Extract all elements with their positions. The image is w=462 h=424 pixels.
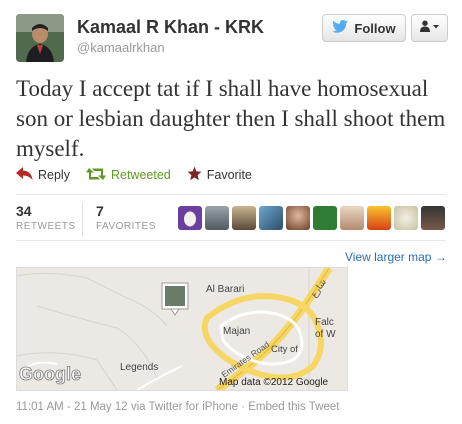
retweeted-label: Retweeted bbox=[110, 168, 171, 182]
map-label-of-w: of W bbox=[315, 329, 336, 340]
stat-divider bbox=[82, 202, 83, 236]
retweeter-avatar[interactable] bbox=[286, 206, 310, 230]
retweets-count: 34 bbox=[16, 203, 32, 219]
reply-action[interactable]: Reply bbox=[16, 166, 70, 184]
view-larger-map-link[interactable]: View larger map → bbox=[345, 250, 447, 264]
retweeter-avatar[interactable] bbox=[367, 206, 391, 230]
retweeted-action[interactable]: Retweeted bbox=[85, 166, 171, 184]
favorite-label: Favorite bbox=[206, 168, 252, 182]
google-logo: Google bbox=[19, 364, 81, 384]
user-actions-button[interactable] bbox=[411, 14, 448, 42]
map-label-falc: Falc bbox=[315, 317, 334, 328]
retweeter-avatar[interactable] bbox=[340, 206, 364, 230]
retweets-stat[interactable]: 34 RETWEETS bbox=[16, 203, 76, 232]
retweeter-avatar[interactable] bbox=[178, 206, 202, 230]
favorites-count: 7 bbox=[96, 203, 104, 219]
reply-icon bbox=[16, 167, 33, 183]
retweeter-avatar[interactable] bbox=[394, 206, 418, 230]
retweets-label: RETWEETS bbox=[16, 221, 76, 232]
user-menu-icon bbox=[419, 19, 440, 37]
favorites-label: FAVORITES bbox=[96, 221, 156, 232]
handle[interactable]: @kamaalrkhan bbox=[77, 40, 165, 55]
retweeter-avatar[interactable] bbox=[232, 206, 256, 230]
favorite-action[interactable]: Favorite bbox=[187, 166, 252, 184]
retweeter-avatars bbox=[178, 206, 445, 230]
tweet-text: Today I accept tat if I shall have homos… bbox=[16, 76, 446, 161]
retweeter-avatar[interactable] bbox=[205, 206, 229, 230]
retweet-icon bbox=[85, 167, 106, 184]
follow-label: Follow bbox=[354, 20, 396, 36]
display-name[interactable]: Kamaal R Khan - KRK bbox=[77, 17, 264, 38]
follow-button[interactable]: Follow bbox=[322, 14, 406, 42]
retweeter-avatar[interactable] bbox=[259, 206, 283, 230]
tweet-metadata[interactable]: 11:01 AM - 21 May 12 via Twitter for iPh… bbox=[16, 401, 339, 413]
map-label-majan: Majan bbox=[223, 326, 250, 337]
map-copyright: Map data ©2012 Google bbox=[219, 377, 329, 388]
twitter-bird-icon bbox=[332, 20, 349, 36]
retweeter-avatar[interactable] bbox=[313, 206, 337, 230]
divider bbox=[16, 194, 446, 195]
map-label-legends: Legends bbox=[120, 362, 158, 373]
retweeter-avatar[interactable] bbox=[421, 206, 445, 230]
divider bbox=[16, 240, 446, 241]
map-label-al-barari: Al Barari bbox=[206, 284, 244, 295]
map[interactable]: Al Barari Majan Legends Falc of W City o… bbox=[16, 267, 348, 391]
favorites-stat[interactable]: 7 FAVORITES bbox=[96, 203, 156, 232]
tweet-actions: Reply Retweeted Favorite bbox=[16, 166, 252, 184]
reply-label: Reply bbox=[38, 168, 70, 182]
map-label-city-of: City of bbox=[271, 344, 298, 355]
favorite-star-icon bbox=[187, 166, 202, 184]
avatar[interactable] bbox=[16, 14, 64, 62]
